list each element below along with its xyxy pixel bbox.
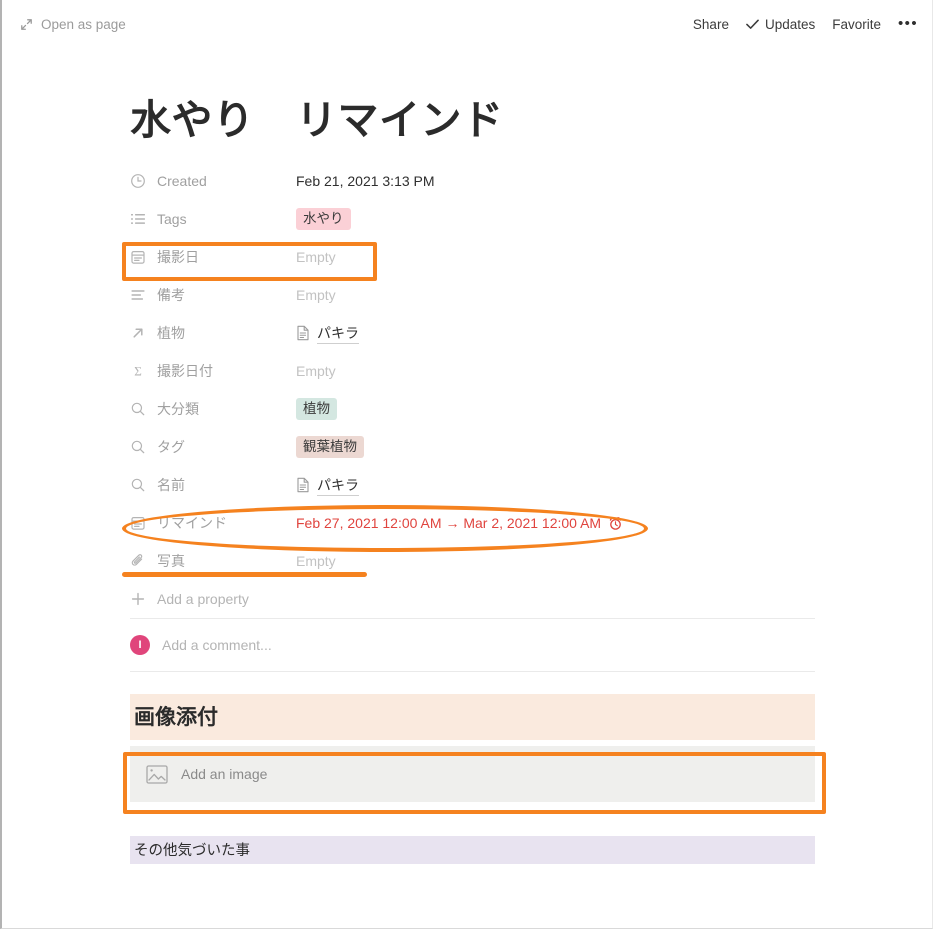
text-icon	[131, 290, 145, 300]
property-list: Created Feb 21, 2021 3:13 PM Tags 水やり 撮影…	[130, 162, 815, 618]
plus-icon	[131, 593, 145, 606]
open-as-page-button[interactable]: Open as page	[20, 17, 126, 32]
page-reference-label[interactable]: パキラ	[317, 323, 359, 344]
more-options-icon[interactable]: •••	[898, 16, 918, 31]
property-row-name-lookup[interactable]: 名前 パキラ	[130, 466, 815, 504]
property-value-tags[interactable]: 水やり	[296, 207, 351, 231]
tag-chip[interactable]: 植物	[296, 397, 337, 421]
document-icon	[297, 477, 309, 493]
page-scroll-area: 水やり リマインド Created Feb 21, 2021 3:13 PM T…	[2, 48, 932, 928]
top-toolbar-actions: Share Updates Favorite •••	[693, 16, 918, 32]
add-property-button[interactable]: Add a property	[130, 580, 815, 618]
property-row-tags[interactable]: Tags 水やり	[130, 200, 815, 238]
add-property-label: Add a property	[157, 591, 249, 608]
property-row-plant[interactable]: 植物 パキラ	[130, 314, 815, 352]
avatar: I	[130, 635, 150, 656]
property-name-tags: Tags	[130, 211, 296, 227]
share-label: Share	[692, 16, 729, 32]
property-label: 撮影日付	[157, 363, 213, 380]
relation-arrow-icon	[133, 328, 143, 338]
multi-select-icon	[131, 214, 145, 225]
share-button[interactable]: Share	[693, 17, 729, 32]
add-image-block[interactable]: Add an image	[130, 746, 815, 803]
check-icon	[746, 19, 759, 29]
property-value-remarks[interactable]: Empty	[296, 287, 336, 303]
tag-chip[interactable]: 観葉植物	[296, 435, 364, 459]
rollup-sigma-icon: Σ	[134, 364, 142, 379]
property-label: 備考	[157, 287, 185, 304]
property-label: リマインド	[157, 515, 227, 532]
property-value-reminder[interactable]: Feb 27, 2021 12:00 AM → Mar 2, 2021 12:0…	[296, 515, 623, 531]
favorite-label: Favorite	[832, 16, 882, 32]
reminder-date-text: Feb 27, 2021 12:00 AM → Mar 2, 2021 12:0…	[296, 515, 602, 532]
property-row-tag-lookup[interactable]: タグ 観葉植物	[130, 428, 815, 466]
property-row-shooting-date-rollup[interactable]: Σ 撮影日付 Empty	[130, 352, 815, 390]
property-row-remarks[interactable]: 備考 Empty	[130, 276, 815, 314]
heading-block-image-attachment[interactable]: 画像添付	[130, 694, 815, 741]
text-block-other-notes[interactable]: その他気づいた事	[130, 836, 815, 865]
property-label: 写真	[157, 553, 185, 570]
add-comment-row[interactable]: I Add a comment...	[130, 619, 815, 671]
property-name-category: 大分類	[130, 399, 296, 419]
property-label: タグ	[157, 439, 185, 456]
document-icon	[297, 325, 309, 341]
property-name-plant: 植物	[130, 323, 296, 343]
property-label: 植物	[157, 325, 185, 342]
page-reference[interactable]: パキラ	[296, 323, 359, 344]
property-label: Tags	[157, 211, 187, 228]
lookup-search-icon	[131, 440, 145, 454]
property-value-tag-lookup[interactable]: 観葉植物	[296, 435, 364, 459]
expand-icon	[21, 18, 32, 30]
property-value-shooting-date-rollup[interactable]: Empty	[296, 363, 336, 379]
lookup-search-icon	[131, 402, 145, 416]
notion-page-window: Open as page Share Updates Favorite ••• …	[0, 0, 933, 929]
alarm-clock-icon	[609, 516, 622, 530]
property-name-created: Created	[130, 173, 296, 189]
svg-text:Σ: Σ	[134, 364, 142, 379]
updates-button[interactable]: Updates	[746, 17, 815, 32]
divider-below-comment	[130, 671, 815, 673]
property-row-reminder[interactable]: リマインド Feb 27, 2021 12:00 AM → Mar 2, 202…	[130, 504, 815, 542]
property-name-name-lookup: 名前	[130, 475, 296, 495]
page-blocks: 画像添付 Add an image その他気づいた事	[130, 694, 815, 865]
property-name-remarks: 備考	[130, 285, 296, 305]
updates-label: Updates	[764, 16, 816, 32]
property-name-shooting-date: 撮影日	[130, 247, 296, 267]
tag-chip[interactable]: 水やり	[296, 207, 351, 231]
property-row-category[interactable]: 大分類 植物	[130, 390, 815, 428]
property-name-reminder: リマインド	[130, 513, 296, 533]
page-reference[interactable]: パキラ	[296, 475, 359, 496]
property-row-photo[interactable]: 写真 Empty	[130, 542, 815, 580]
property-name-tag-lookup: タグ	[130, 437, 296, 457]
open-as-page-label: Open as page	[41, 16, 126, 32]
clock-icon	[131, 174, 145, 189]
image-icon	[146, 764, 168, 784]
property-label: Created	[157, 173, 207, 190]
top-toolbar: Open as page Share Updates Favorite •••	[2, 0, 932, 48]
property-name-shooting-date-rollup: Σ 撮影日付	[130, 361, 296, 381]
property-label: 撮影日	[157, 249, 199, 266]
property-value-category[interactable]: 植物	[296, 397, 337, 421]
page-reference-label[interactable]: パキラ	[317, 475, 359, 496]
property-value-shooting-date[interactable]: Empty	[296, 249, 336, 265]
calendar-icon	[131, 251, 145, 264]
property-row-created[interactable]: Created Feb 21, 2021 3:13 PM	[130, 162, 815, 200]
property-label: 名前	[157, 477, 185, 494]
property-value-created[interactable]: Feb 21, 2021 3:13 PM	[296, 173, 435, 189]
page-title[interactable]: 水やり リマインド	[130, 97, 815, 144]
add-image-label: Add an image	[181, 766, 268, 783]
property-name-photo: 写真	[130, 551, 296, 571]
page-content: 水やり リマインド Created Feb 21, 2021 3:13 PM T…	[130, 48, 815, 865]
property-value-name-lookup[interactable]: パキラ	[296, 475, 359, 496]
property-label: 大分類	[157, 401, 199, 418]
favorite-button[interactable]: Favorite	[832, 17, 881, 32]
property-row-shooting-date[interactable]: 撮影日 Empty	[130, 238, 815, 276]
property-value-plant[interactable]: パキラ	[296, 323, 359, 344]
property-value-photo[interactable]: Empty	[296, 553, 336, 569]
paperclip-icon	[131, 554, 143, 566]
lookup-search-icon	[131, 478, 145, 492]
calendar-icon	[131, 517, 145, 530]
add-comment-placeholder: Add a comment...	[162, 637, 272, 654]
